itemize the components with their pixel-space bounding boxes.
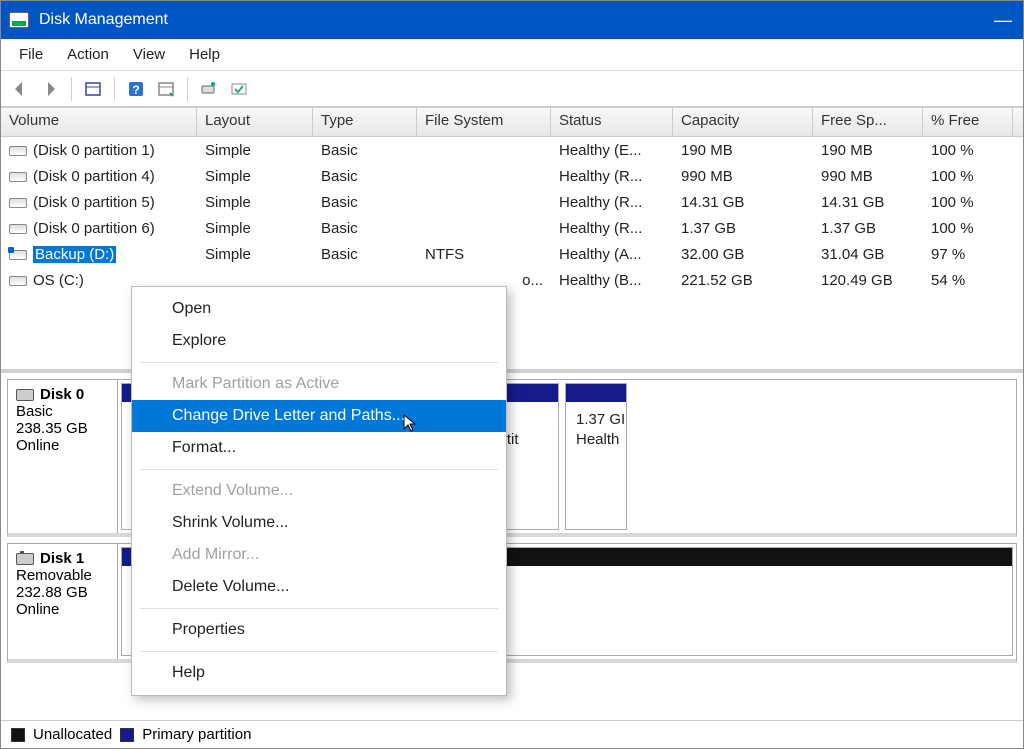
ctx-mark-active: Mark Partition as Active <box>132 368 506 400</box>
col-layout[interactable]: Layout <box>197 108 313 136</box>
titlebar: Disk Management — <box>1 1 1023 39</box>
disk0-header[interactable]: Disk 0 Basic 238.35 GB Online <box>8 380 118 533</box>
check-icon[interactable] <box>226 76 252 102</box>
table-row[interactable]: (Disk 0 partition 1) Simple Basic Health… <box>1 137 1023 163</box>
ctx-delete[interactable]: Delete Volume... <box>132 571 506 603</box>
cursor-icon <box>401 413 421 433</box>
col-volume[interactable]: Volume <box>1 108 197 136</box>
ctx-explore[interactable]: Explore <box>132 325 506 357</box>
minimize-button[interactable]: — <box>991 8 1015 32</box>
ctx-help[interactable]: Help <box>132 657 506 689</box>
primary-stripe <box>566 384 626 402</box>
drive-icon <box>9 224 27 234</box>
back-button[interactable] <box>7 76 33 102</box>
ctx-separator <box>140 651 498 652</box>
ctx-properties[interactable]: Properties <box>132 614 506 646</box>
legend-unallocated: Unallocated <box>33 726 112 743</box>
usb-icon <box>16 553 34 565</box>
drive-icon <box>9 250 27 260</box>
svg-text:?: ? <box>132 83 139 97</box>
primary-swatch <box>120 728 134 742</box>
volume-columns-header: Volume Layout Type File System Status Ca… <box>1 107 1023 137</box>
action-icon[interactable] <box>153 76 179 102</box>
drive-icon <box>9 198 27 208</box>
toolbar: ? <box>1 71 1023 107</box>
col-status[interactable]: Status <box>551 108 673 136</box>
ctx-open[interactable]: Open <box>132 293 506 325</box>
disk1-header[interactable]: Disk 1 Removable 232.88 GB Online <box>8 544 118 659</box>
ctx-separator <box>140 469 498 470</box>
ctx-format[interactable]: Format... <box>132 432 506 464</box>
window-title: Disk Management <box>39 11 168 29</box>
col-free[interactable]: Free Sp... <box>813 108 923 136</box>
menu-help[interactable]: Help <box>177 42 232 67</box>
partition-box[interactable]: 1.37 GIHealth <box>565 383 627 530</box>
drive-icon <box>9 146 27 156</box>
disk-icon[interactable] <box>196 76 222 102</box>
context-menu: Open Explore Mark Partition as Active Ch… <box>131 286 507 696</box>
col-pct[interactable]: % Free <box>923 108 1013 136</box>
col-fs[interactable]: File System <box>417 108 551 136</box>
menubar: File Action View Help <box>1 39 1023 71</box>
ctx-separator <box>140 362 498 363</box>
legend-primary: Primary partition <box>142 726 251 743</box>
forward-button[interactable] <box>37 76 63 102</box>
unallocated-swatch <box>11 728 25 742</box>
ctx-change-letter[interactable]: Change Drive Letter and Paths... <box>132 400 506 432</box>
table-row[interactable]: (Disk 0 partition 6) Simple Basic Health… <box>1 215 1023 241</box>
menu-file[interactable]: File <box>7 42 55 67</box>
help-icon[interactable]: ? <box>123 76 149 102</box>
table-row[interactable]: (Disk 0 partition 4) Simple Basic Health… <box>1 163 1023 189</box>
menu-view[interactable]: View <box>121 42 177 67</box>
ctx-separator <box>140 608 498 609</box>
table-row-selected[interactable]: Backup (D:) Simple Basic NTFS Healthy (A… <box>1 241 1023 267</box>
col-capacity[interactable]: Capacity <box>673 108 813 136</box>
menu-action[interactable]: Action <box>55 42 121 67</box>
ctx-add-mirror: Add Mirror... <box>132 539 506 571</box>
ctx-extend: Extend Volume... <box>132 475 506 507</box>
app-icon <box>9 12 29 28</box>
legend: Unallocated Primary partition <box>1 720 1023 748</box>
col-type[interactable]: Type <box>313 108 417 136</box>
table-row[interactable]: (Disk 0 partition 5) Simple Basic Health… <box>1 189 1023 215</box>
ctx-shrink[interactable]: Shrink Volume... <box>132 507 506 539</box>
drive-icon <box>9 172 27 182</box>
properties-icon[interactable] <box>80 76 106 102</box>
volumes-list: (Disk 0 partition 1) Simple Basic Health… <box>1 137 1023 293</box>
drive-icon <box>9 276 27 286</box>
hdd-icon <box>16 389 34 401</box>
